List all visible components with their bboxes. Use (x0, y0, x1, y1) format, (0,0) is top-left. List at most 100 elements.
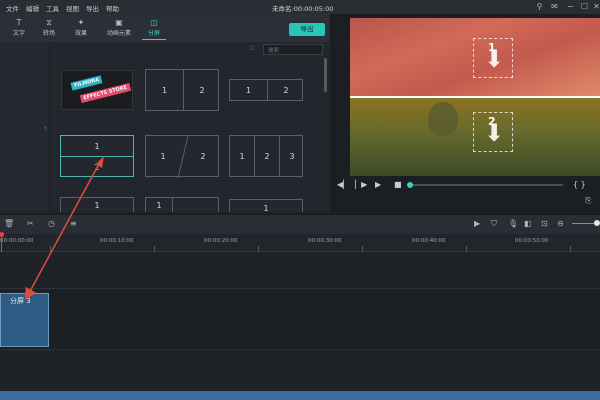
ruler-tick: 00:00:40:00 (412, 238, 446, 244)
timeline-ruler[interactable]: 00:00:00:00 00:00:10:00 00:00:20:00 00:0… (0, 234, 600, 252)
preview-progress-knob[interactable] (407, 182, 413, 188)
export-button[interactable]: 导出 (289, 23, 325, 36)
tab-effects-label: 效果 (74, 30, 87, 37)
render-icon[interactable]: ▶ (474, 219, 480, 229)
tab-transition-label: 转场 (42, 30, 55, 37)
ruler-tick: 00:00:00:00 (0, 238, 34, 244)
split-preset-2-row[interactable]: 1 2 (60, 135, 134, 177)
drop-zone-1[interactable]: ⬇ 1 (473, 38, 513, 78)
project-duration: 00:00:05:00 (293, 5, 334, 13)
cell-1: 1 (94, 201, 100, 210)
ruler-tick: 00:00:10:00 (100, 238, 134, 244)
slot-number: 2 (488, 115, 496, 128)
cell-1: 1 (94, 141, 100, 151)
subtitle-icon[interactable]: ⊡ (541, 219, 548, 229)
cell-2: 2 (94, 162, 100, 172)
menu-export[interactable]: 导出 (86, 3, 99, 13)
tab-elements-label: 动画元素 (106, 30, 131, 37)
split-preset-row3-b[interactable]: 1 (145, 197, 219, 212)
notification-icon[interactable]: ✉ (550, 2, 559, 11)
zoom-slider-knob[interactable] (594, 220, 600, 226)
zoom-out-icon[interactable]: ⊖ (557, 219, 564, 229)
speed-icon[interactable]: ◷ (48, 219, 55, 229)
effects-icon: ✦ (77, 18, 85, 27)
adjust-icon[interactable]: ≡ (70, 219, 77, 229)
timeline-toolbar: 🗑 ✂ ◷ ≡ ▶ ⛉ 🎙 ◧ ⊡ ⊖ (0, 214, 600, 234)
menu-edit[interactable]: 编辑 (26, 3, 39, 13)
timeline-track-3[interactable] (0, 351, 600, 391)
rewind-icon[interactable]: ◀▏ (337, 180, 349, 190)
cut-icon[interactable]: ✂ (27, 219, 34, 229)
microphone-icon[interactable]: 🎙 (508, 219, 518, 229)
menu-tools[interactable]: 工具 (46, 3, 59, 13)
cell-2: 2 (283, 85, 289, 95)
delete-icon[interactable]: 🗑 (4, 219, 14, 229)
cell-2: 2 (200, 151, 206, 161)
tab-splitscreen[interactable]: ◫ 分屏 (142, 18, 166, 40)
cell-2: 2 (264, 151, 270, 161)
split-preset-diagonal[interactable]: 1 2 (145, 135, 219, 178)
splitscreen-icon: ◫ (150, 18, 158, 27)
step-back-icon[interactable]: ▏▶ (355, 180, 367, 190)
collapse-sidebar-icon[interactable]: ‹ (44, 124, 47, 132)
ruler-tick: 00:00:30:00 (308, 238, 342, 244)
split-preset-row3-a[interactable]: 1 (60, 197, 134, 212)
drop-zone-2[interactable]: ⬇ 2 (473, 112, 513, 152)
cell-1: 1 (156, 201, 162, 210)
cell-3: 3 (289, 151, 295, 161)
preview-progress-track[interactable] (408, 184, 563, 186)
ruler-tick: 00:00:20:00 (204, 238, 238, 244)
marker-icon[interactable]: ⛉ (491, 219, 497, 229)
tab-splitscreen-label: 分屏 (147, 30, 160, 37)
zoom-slider[interactable] (572, 223, 596, 224)
timeline-horizontal-scrollbar[interactable] (0, 391, 600, 400)
maximize-icon[interactable]: ☐ (580, 2, 589, 11)
filmora-badge: FILMORA (70, 75, 103, 91)
split-preset-2-col-wide[interactable]: 1 2 (229, 79, 303, 101)
splitscreen-clip[interactable]: 分屏 3 (0, 293, 49, 347)
stop-icon[interactable]: ■ (394, 180, 402, 190)
text-icon: T (16, 18, 22, 27)
filmora-effects-store-tile[interactable]: FILMORA EFFECTS STORE (61, 70, 133, 110)
library-scrollbar[interactable] (324, 58, 327, 92)
tab-transition[interactable]: ⧖ 转场 (34, 18, 64, 40)
ruler-tick: 00:00:50:00 (515, 238, 549, 244)
snapshot-icon[interactable]: ⎘ (585, 196, 591, 206)
account-icon[interactable]: ⚲ (535, 2, 544, 11)
menu-bar: 文件 编辑 工具 视图 导出 帮助 未命名:00:00:05:00 ⚲ ✉ − … (0, 0, 600, 14)
playback-controls: ◀▏ ▏▶ ▶ ■ { } (330, 178, 600, 194)
tab-text[interactable]: T 文字 (4, 18, 34, 40)
tab-effects[interactable]: ✦ 效果 (66, 18, 96, 40)
grid-view-icon[interactable]: ⁙ (249, 44, 259, 54)
cell-1: 1 (161, 85, 168, 95)
clip-label: 分屏 3 (10, 297, 31, 305)
split-preset-3-col[interactable]: 1 2 3 (229, 135, 303, 177)
tab-elements[interactable]: ▣ 动画元素 (102, 18, 136, 40)
menu-view[interactable]: 视图 (66, 3, 79, 13)
transition-icon: ⧖ (46, 18, 52, 27)
elements-icon: ▣ (115, 18, 123, 27)
cell-1: 1 (245, 85, 252, 95)
fullscreen-icon[interactable]: { } (573, 180, 586, 190)
splitscreen-library (50, 42, 330, 212)
minimize-icon[interactable]: − (566, 2, 575, 11)
library-tabs: T 文字 ⧖ 转场 ✦ 效果 ▣ 动画元素 ◫ 分屏 (0, 14, 330, 42)
cell-1: 1 (239, 151, 245, 161)
preview-slot-2[interactable]: ⬇ 2 (350, 98, 600, 176)
menu-file[interactable]: 文件 (6, 3, 19, 13)
split-preset-2-col[interactable]: 1 2 (145, 69, 219, 111)
voiceover-icon[interactable]: ◧ (524, 219, 532, 229)
library-sidebar: ‹ (0, 42, 50, 212)
search-input[interactable]: 搜索 (263, 44, 323, 55)
timeline-track-2[interactable] (0, 290, 600, 350)
timeline-track-1[interactable] (0, 253, 600, 289)
preview-canvas[interactable]: ⬇ 1 ⬇ 2 (350, 18, 600, 176)
play-icon[interactable]: ▶ (375, 180, 381, 190)
slot-number: 1 (488, 41, 496, 54)
split-preset-row3-c[interactable]: 1 (229, 199, 303, 213)
cell-2: 2 (199, 85, 205, 95)
preview-slot-1[interactable]: ⬇ 1 (350, 18, 600, 96)
menu-help[interactable]: 帮助 (106, 3, 119, 13)
tab-text-label: 文字 (12, 30, 25, 37)
close-icon[interactable]: ✕ (592, 2, 600, 11)
